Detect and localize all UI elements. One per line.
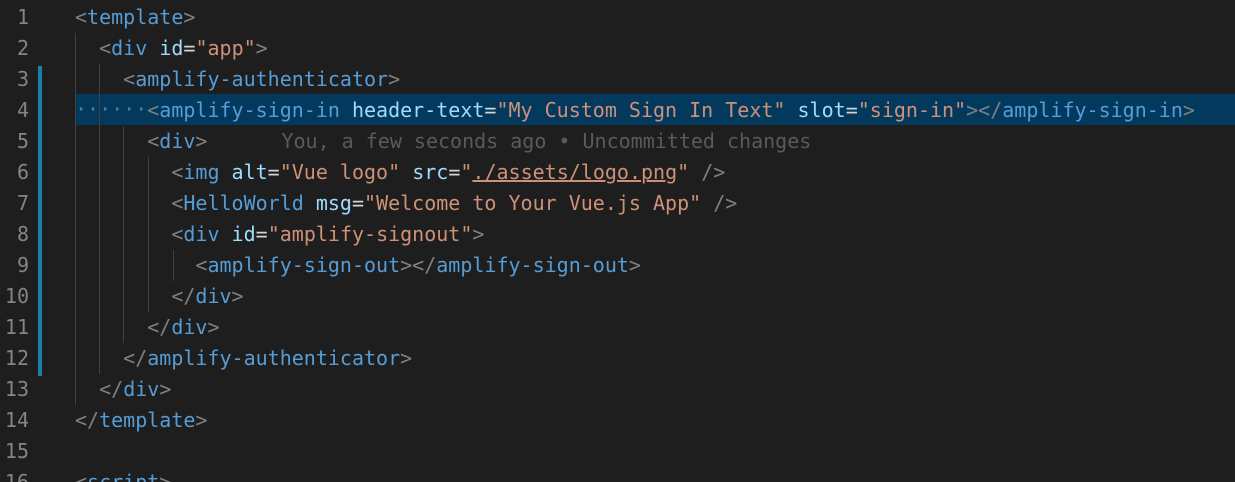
line-number: 9 bbox=[16, 253, 29, 277]
line-number: 2 bbox=[16, 36, 29, 60]
code-line[interactable]: <amplify-authenticator> bbox=[75, 64, 400, 95]
tag-name: img bbox=[183, 160, 220, 184]
tag-name: div bbox=[111, 36, 148, 60]
attribute-name: slot bbox=[797, 98, 846, 122]
tag-name: template bbox=[87, 5, 184, 29]
line-number: 5 bbox=[16, 129, 29, 153]
git-blame-annotation: You, a few seconds ago • Uncommitted cha… bbox=[281, 129, 812, 153]
code-line[interactable]: <template> bbox=[75, 2, 195, 33]
code-line[interactable]: <script> bbox=[75, 467, 171, 482]
line-number: 15 bbox=[4, 439, 29, 463]
attribute-value: Vue logo bbox=[291, 160, 389, 184]
line-number: 7 bbox=[16, 191, 29, 215]
line-number: 3 bbox=[16, 67, 29, 91]
attribute-value: My Custom Sign In Text bbox=[508, 98, 774, 122]
line-number: 10 bbox=[4, 284, 29, 308]
code-line[interactable]: <div id="amplify-signout"> bbox=[75, 219, 484, 250]
attribute-name: id bbox=[231, 222, 256, 246]
attribute-value: app bbox=[207, 36, 244, 60]
closing-tag-name: amplify-sign-in bbox=[1002, 98, 1183, 122]
tag-name: div bbox=[159, 129, 196, 153]
line-number: 6 bbox=[16, 160, 29, 184]
attribute-value: amplify-signout bbox=[279, 222, 461, 246]
closing-tag-name: div bbox=[195, 284, 232, 308]
code-line[interactable]: </div> bbox=[75, 281, 243, 312]
file-path-link[interactable]: ./assets/logo.png bbox=[472, 160, 677, 184]
code-line[interactable]: <div id="app"> bbox=[75, 33, 268, 64]
line-number-gutter: 1 2 3 4 5 6 7 8 9 10 11 12 13 14 15 16 bbox=[0, 0, 70, 482]
line-number: 13 bbox=[4, 377, 29, 401]
line-number: 14 bbox=[4, 408, 29, 432]
attribute-value: Welcome to Your Vue.js App bbox=[376, 191, 690, 215]
code-line[interactable]: <div> You, a few seconds ago • Uncommitte… bbox=[75, 126, 811, 157]
closing-tag-name: template bbox=[99, 408, 196, 432]
attribute-name: src bbox=[412, 160, 449, 184]
code-line-current[interactable]: <amplify-sign-in header-text="My Custom … bbox=[75, 95, 1195, 126]
closing-tag-name: div bbox=[123, 377, 160, 401]
code-line[interactable]: </amplify-authenticator> bbox=[75, 343, 412, 374]
line-number: 12 bbox=[4, 346, 29, 370]
line-number: 4 bbox=[16, 98, 29, 122]
attribute-name: alt bbox=[231, 160, 268, 184]
attribute-value: sign-in bbox=[869, 98, 955, 122]
code-editor[interactable]: 1 2 3 4 5 6 7 8 9 10 11 12 13 14 15 16 ·… bbox=[0, 0, 1235, 482]
line-number: 1 bbox=[16, 5, 29, 29]
line-number: 16 bbox=[4, 470, 29, 482]
code-area[interactable]: <template> <div id="app"> <amplify-authe… bbox=[75, 0, 1235, 482]
line-number: 11 bbox=[4, 315, 29, 339]
code-line[interactable]: <HelloWorld msg="Welcome to Your Vue.js … bbox=[75, 188, 737, 219]
attribute-name: msg bbox=[315, 191, 352, 215]
attribute-name: header-text bbox=[351, 98, 485, 122]
closing-tag-name: amplify-sign-out bbox=[436, 253, 629, 277]
code-line[interactable]: </template> bbox=[75, 405, 207, 436]
code-line[interactable]: <amplify-sign-out></amplify-sign-out> bbox=[75, 250, 641, 281]
code-line[interactable]: </div> bbox=[75, 374, 171, 405]
tag-name: amplify-sign-out bbox=[207, 253, 401, 277]
closing-tag-name: div bbox=[171, 315, 208, 339]
tag-name: amplify-authenticator bbox=[135, 67, 389, 91]
tag-name: amplify-sign-in bbox=[159, 98, 340, 122]
code-line[interactable]: </div> bbox=[75, 312, 219, 343]
line-number: 8 bbox=[16, 222, 29, 246]
git-modified-indicator[interactable] bbox=[38, 66, 42, 376]
tag-name: script bbox=[87, 470, 160, 482]
closing-tag-name: amplify-authenticator bbox=[147, 346, 401, 370]
attribute-name: id bbox=[159, 36, 184, 60]
code-line[interactable]: <img alt="Vue logo" src="./assets/logo.p… bbox=[75, 157, 725, 188]
tag-name: div bbox=[183, 222, 220, 246]
tag-name: HelloWorld bbox=[183, 191, 304, 215]
